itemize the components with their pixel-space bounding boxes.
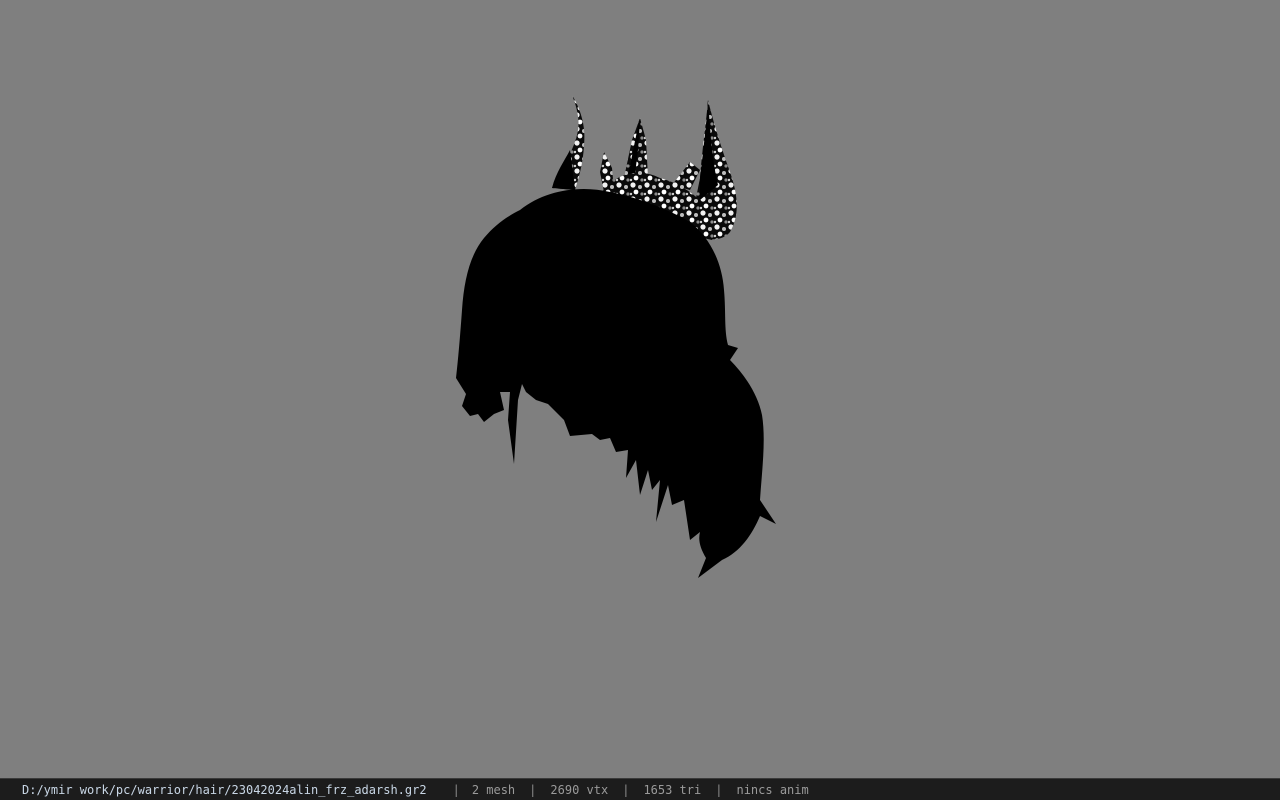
- status-bar: D:/ymir work/pc/warrior/hair/23042024ali…: [0, 778, 1280, 800]
- file-path-label: D:/ymir work/pc/warrior/hair/23042024ali…: [22, 782, 427, 797]
- hair-silhouette: [456, 189, 776, 579]
- status-separator: |: [529, 782, 537, 797]
- hair-model[interactable]: [0, 0, 1280, 778]
- triangle-count-label: 1653 tri: [643, 782, 702, 797]
- vertex-count-label: 2690 vtx: [550, 782, 609, 797]
- status-separator: |: [452, 782, 460, 797]
- status-separator: |: [622, 782, 630, 797]
- mesh-count-label: 2 mesh: [471, 782, 516, 797]
- animation-status-label: nincs anim: [736, 782, 809, 797]
- model-viewport[interactable]: [0, 0, 1280, 778]
- status-separator: |: [715, 782, 723, 797]
